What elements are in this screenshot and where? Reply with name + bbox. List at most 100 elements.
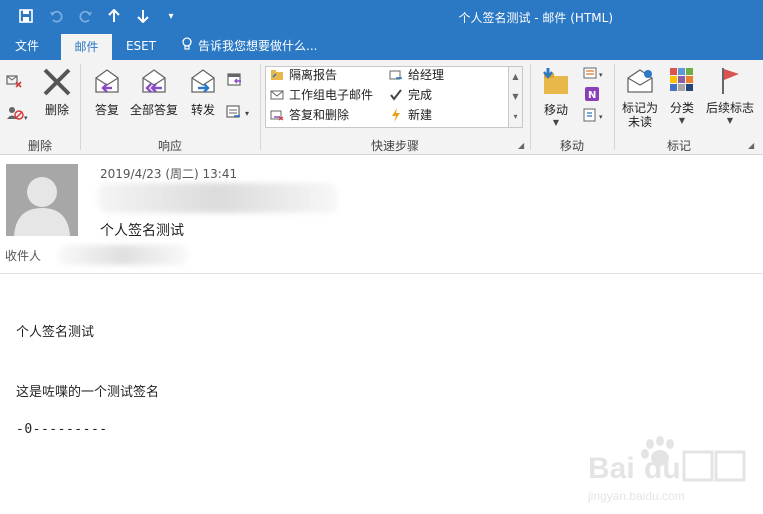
move-button[interactable]: 移动 ▼ (536, 66, 576, 136)
forward-button[interactable]: 转发 (184, 66, 222, 126)
body-signature: -0--------- (16, 422, 108, 437)
folder-move-icon (270, 68, 284, 82)
sender-avatar (6, 164, 78, 236)
quick-steps-scrollbar[interactable]: ▲ ▼ ▾ (509, 66, 523, 128)
scroll-up-icon[interactable]: ▲ (509, 67, 522, 87)
delete-button-label: 删除 (44, 103, 69, 117)
dialog-launcher-icon[interactable]: ◢ (748, 141, 754, 150)
quick-step-new[interactable]: 新建 (389, 106, 432, 124)
reply-all-label: 全部答复 (129, 103, 178, 117)
watermark-logo: Bai du jingyan.baidu.com (584, 436, 754, 506)
rules-button[interactable]: ▾ (582, 66, 608, 84)
forward-label: 转发 (190, 103, 215, 117)
message-date: 2019/4/23 (周二) 13:41 (100, 167, 238, 181)
body-line-2: 这是咗喋的一个测试签名 (16, 385, 160, 400)
tab-eset[interactable]: ESET (117, 34, 165, 60)
dialog-launcher-icon[interactable]: ◢ (518, 141, 524, 150)
more-respond-icon: ▾ (226, 105, 254, 123)
ribbon: ▾ 删除 删除 答复 全部答复 转发 ▾ 响应 ▲ ▼ ▾ 隔离报告 给经理 工… (0, 60, 763, 155)
quick-step-label: 答复和删除 (289, 108, 350, 122)
window-title: 个人签名测试 - 邮件 (HTML) (458, 11, 613, 25)
quick-step-label: 工作组电子邮件 (289, 88, 374, 102)
chevron-down-icon: ▼ (726, 116, 734, 125)
quick-step-done[interactable]: 完成 (389, 86, 432, 104)
ignore-button[interactable] (4, 72, 24, 92)
follow-up-button[interactable]: 后续标志 ▼ (703, 66, 757, 136)
reply-delete-icon (270, 108, 284, 122)
tab-message[interactable]: 邮件 (61, 34, 112, 60)
envelope-unread-icon (618, 66, 662, 99)
onenote-button[interactable]: N (582, 86, 602, 104)
quick-step-reply-delete[interactable]: 答复和删除 (270, 106, 349, 124)
actions-button[interactable]: ▾ (582, 108, 608, 126)
delete-x-icon (38, 66, 76, 101)
body-line-1: 个人签名测试 (16, 325, 95, 340)
redacted-sender (98, 183, 338, 213)
reply-icon (88, 66, 126, 101)
quick-step-label: 完成 (408, 88, 433, 102)
svg-text:N: N (588, 90, 596, 101)
categorize-label: 分类 (669, 101, 694, 115)
svg-text:▾: ▾ (599, 113, 603, 121)
svg-text:▾: ▾ (599, 71, 603, 79)
follow-up-label: 后续标志 (705, 101, 754, 115)
delete-button[interactable]: 删除 (38, 66, 76, 126)
forward-icon (184, 66, 222, 101)
gallery-more-icon[interactable]: ▾ (509, 107, 522, 127)
message-subject: 个人签名测试 (100, 223, 184, 239)
group-label-quick-steps: 快速步骤 (370, 139, 419, 153)
ribbon-tabs: 文件 邮件 ESET 告诉我您想要做什么... (0, 34, 763, 60)
quick-step-label: 新建 (408, 108, 433, 122)
group-label-delete: 删除 (27, 139, 52, 153)
tab-file[interactable]: 文件 (4, 34, 50, 60)
title-bar: ▾ 个人签名测试 - 邮件 (HTML) (0, 0, 763, 34)
actions-icon: ▾ (583, 108, 607, 125)
group-label-respond: 响应 (157, 139, 182, 153)
rules-icon: ▾ (583, 67, 607, 83)
svg-text:▾: ▾ (245, 109, 249, 118)
quick-step-to-manager[interactable]: 给经理 (389, 66, 444, 84)
quick-step-quarantine-report[interactable]: 隔离报告 (270, 66, 337, 84)
tell-me-text: 告诉我您想要做什么... (198, 39, 318, 53)
chevron-down-icon: ▼ (552, 118, 560, 127)
onenote-icon: N (584, 87, 600, 105)
header-divider (0, 273, 763, 274)
svg-text:du: du (644, 452, 681, 485)
folder-move-icon (536, 66, 576, 101)
lightbulb-icon (180, 34, 194, 59)
mark-unread-label-line1: 标记为 (621, 101, 658, 115)
reply-all-icon (128, 66, 180, 101)
redacted-recipient (58, 245, 188, 265)
tell-me-box[interactable]: 告诉我您想要做什么... (180, 34, 317, 60)
junk-button[interactable]: ▾ (4, 104, 32, 124)
group-label-tags: 标记 (666, 139, 691, 153)
meeting-button[interactable] (225, 72, 245, 90)
reply-label: 答复 (94, 103, 119, 117)
team-email-icon (270, 88, 284, 102)
move-label: 移动 (543, 103, 568, 117)
more-respond-button[interactable]: ▾ (225, 104, 255, 122)
junk-icon: ▾ (6, 107, 30, 125)
quick-step-team-email[interactable]: 工作组电子邮件 (270, 86, 373, 104)
categorize-button[interactable]: 分类 ▼ (665, 66, 699, 136)
flag-icon (703, 66, 757, 99)
scroll-down-icon[interactable]: ▼ (509, 87, 522, 107)
svg-text:▾: ▾ (24, 114, 28, 122)
quick-step-label: 隔离报告 (289, 68, 338, 82)
group-label-move: 移动 (559, 139, 584, 153)
svg-text:Bai: Bai (588, 452, 635, 485)
mark-unread-label-line2: 未读 (627, 115, 652, 129)
categorize-icon (665, 66, 699, 99)
forward-mail-icon (389, 68, 403, 82)
to-label: 收件人 (5, 249, 42, 263)
chevron-down-icon: ▼ (678, 116, 686, 125)
reply-button[interactable]: 答复 (88, 66, 126, 126)
meeting-icon (227, 73, 243, 91)
checkmark-icon (389, 88, 403, 102)
svg-text:jingyan.baidu.com: jingyan.baidu.com (587, 489, 685, 503)
ignore-icon (5, 75, 23, 93)
mark-unread-button[interactable]: 标记为 未读 (618, 66, 662, 136)
reply-all-button[interactable]: 全部答复 (128, 66, 180, 126)
lightning-icon (389, 108, 403, 122)
quick-step-label: 给经理 (408, 68, 445, 82)
